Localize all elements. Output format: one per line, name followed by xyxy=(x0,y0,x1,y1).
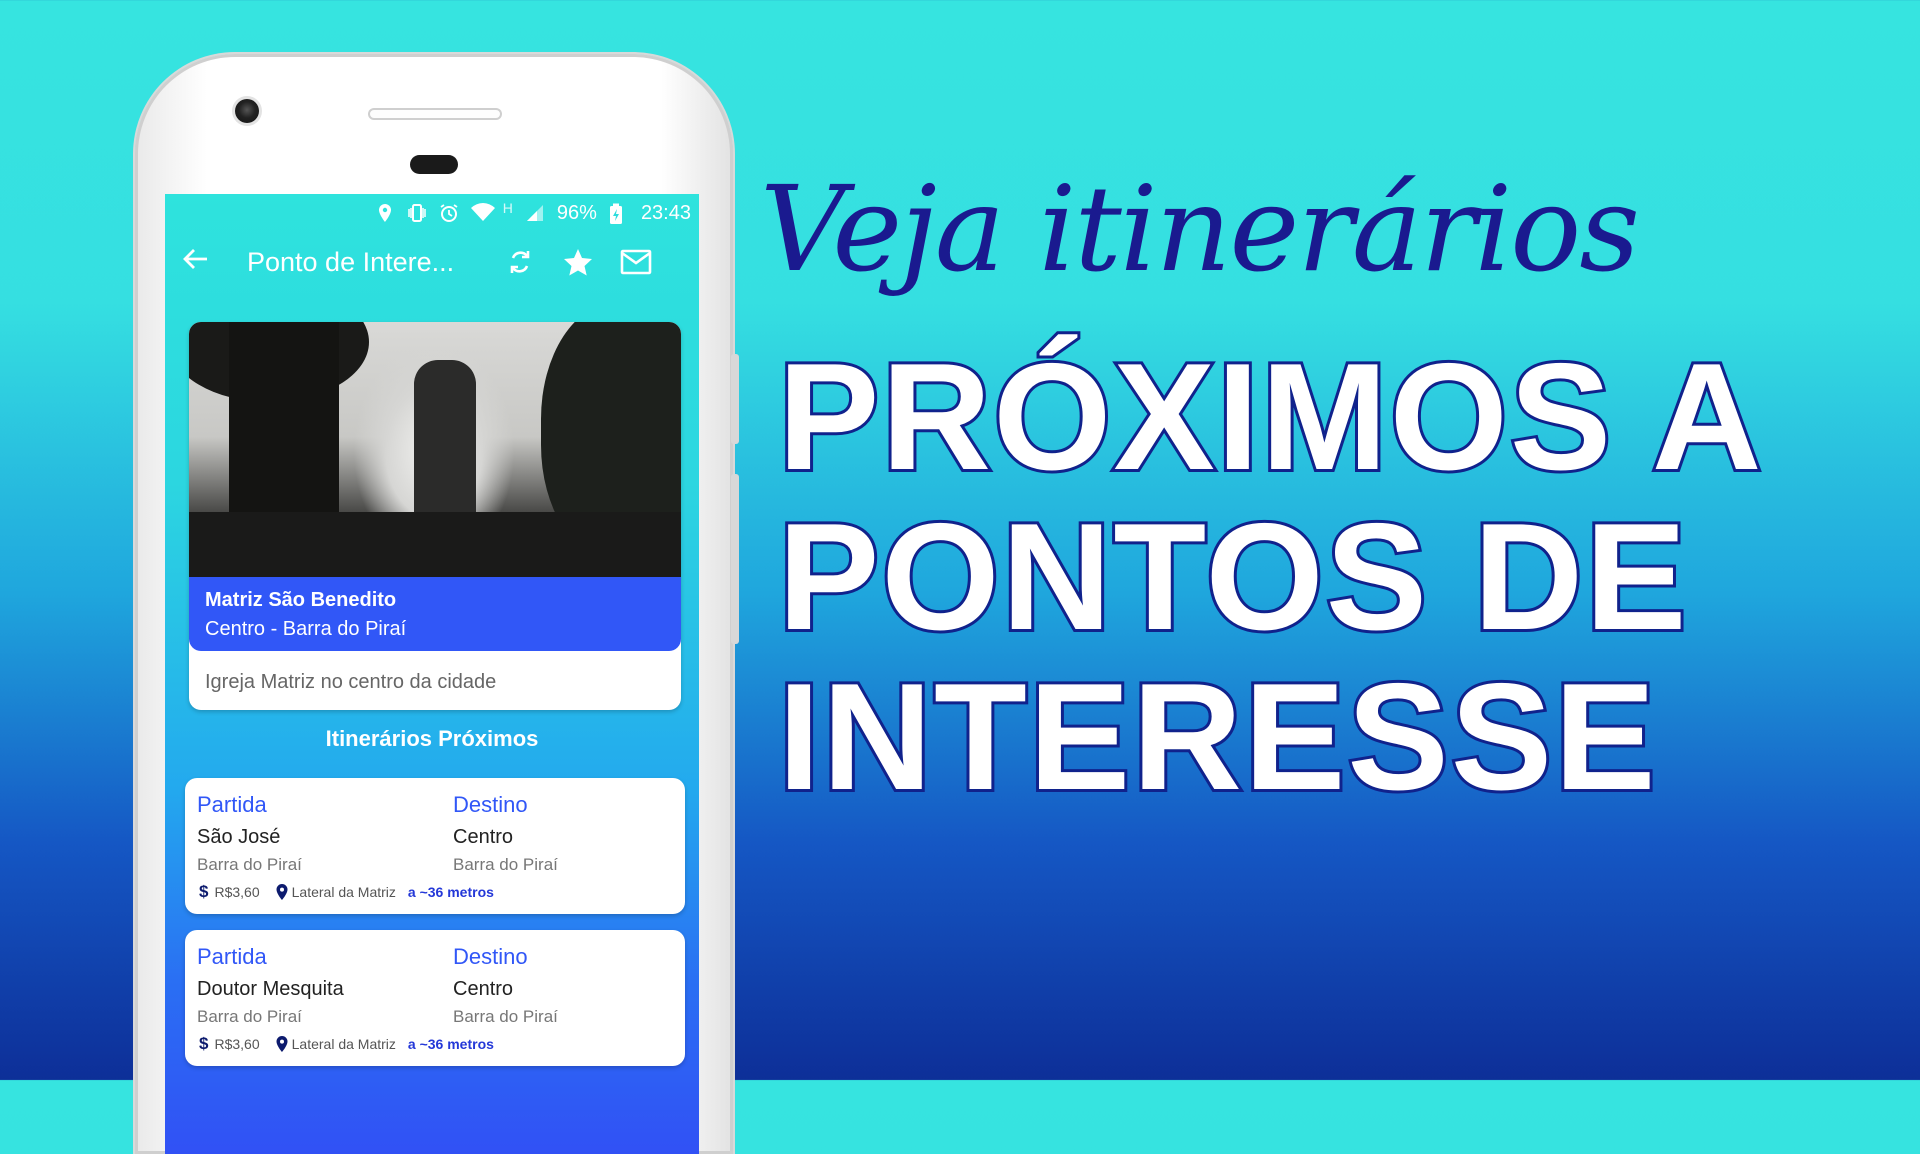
itinerary-origin: Partida São José Barra do Piraí xyxy=(197,792,302,875)
itinerary-meta: $ R$3,60 Lateral da Matriz a ~36 metros xyxy=(199,882,494,902)
back-arrow-icon[interactable] xyxy=(181,245,213,279)
phone-screen: H 96% 23:43 Ponto de Intere... Matriz Sã… xyxy=(165,194,699,1154)
origin-city: Barra do Piraí xyxy=(197,1007,302,1026)
refresh-icon[interactable] xyxy=(503,245,537,279)
itinerary-destination: Destino Centro Barra do Piraí xyxy=(453,944,558,1027)
itinerary-card[interactable]: Partida São José Barra do Piraí Destino … xyxy=(185,778,685,914)
destination-label: Destino xyxy=(453,792,528,817)
app-bar: Ponto de Intere... xyxy=(165,232,699,292)
origin-place: Doutor Mesquita xyxy=(197,978,344,1000)
star-icon[interactable] xyxy=(561,245,595,279)
origin-place: São José xyxy=(197,826,281,848)
poi-description: Igreja Matriz no centro da cidade xyxy=(205,671,497,693)
mail-icon[interactable] xyxy=(619,245,653,279)
poi-area: Centro - Barra do Piraí xyxy=(205,618,407,640)
earpiece-speaker xyxy=(368,108,502,120)
status-time: 23:43 xyxy=(640,201,691,224)
signal-icon xyxy=(525,203,545,223)
headline-line-3: INTERESSE xyxy=(775,649,1659,825)
poi-name: Matriz São Benedito xyxy=(205,589,397,611)
stop-name: Lateral da Matriz xyxy=(291,884,396,900)
section-title: Itinerários Próximos xyxy=(325,726,539,751)
headline-script: Veja itinerários xyxy=(760,160,1640,298)
map-pin-icon xyxy=(276,1036,288,1052)
app-bar-actions xyxy=(503,245,653,279)
stop-name: Lateral da Matriz xyxy=(291,1036,396,1052)
origin-label: Partida xyxy=(197,944,267,969)
destination-place: Centro xyxy=(453,826,514,848)
itinerary-origin: Partida Doutor Mesquita Barra do Piraí xyxy=(197,944,344,1027)
destination-place: Centro xyxy=(453,978,514,1000)
destination-city: Barra do Piraí xyxy=(453,1007,558,1026)
battery-charging-icon xyxy=(609,203,629,224)
poi-photo xyxy=(189,322,681,577)
headline-line-1: PRÓXIMOS A xyxy=(775,329,1765,505)
distance: a ~36 metros xyxy=(407,1036,494,1052)
origin-city: Barra do Piraí xyxy=(197,855,302,874)
alarm-icon xyxy=(439,203,459,223)
volume-button xyxy=(731,474,739,644)
app-bar-title: Ponto de Intere... xyxy=(247,246,455,277)
fare: R$3,60 xyxy=(214,1036,260,1052)
destination-label: Destino xyxy=(453,944,528,969)
point-of-interest-card[interactable]: Matriz São Benedito Centro - Barra do Pi… xyxy=(189,322,681,710)
front-camera xyxy=(235,99,259,123)
network-type-label: H xyxy=(502,200,513,216)
battery-percent: 96% xyxy=(556,201,597,224)
fare: R$3,60 xyxy=(214,884,260,900)
phone-frame: H 96% 23:43 Ponto de Intere... Matriz Sã… xyxy=(135,54,739,1154)
vibrate-icon xyxy=(407,203,427,223)
status-bar: H 96% 23:43 xyxy=(165,194,699,232)
location-icon xyxy=(375,203,395,223)
distance: a ~36 metros xyxy=(407,884,494,900)
headline-line-2: PONTOS DE xyxy=(775,489,1689,665)
proximity-sensor xyxy=(410,155,458,174)
itinerary-card[interactable]: Partida Doutor Mesquita Barra do Piraí D… xyxy=(185,930,685,1066)
itinerary-meta: $ R$3,60 Lateral da Matriz a ~36 metros xyxy=(199,1034,494,1054)
dollar-icon: $ xyxy=(199,882,209,901)
power-button xyxy=(731,354,739,444)
dollar-icon: $ xyxy=(199,1034,209,1053)
wifi-icon xyxy=(470,203,495,223)
origin-label: Partida xyxy=(197,792,267,817)
poi-header: Matriz São Benedito Centro - Barra do Pi… xyxy=(189,577,681,651)
map-pin-icon xyxy=(276,884,288,900)
destination-city: Barra do Piraí xyxy=(453,855,558,874)
itinerary-destination: Destino Centro Barra do Piraí xyxy=(453,792,558,875)
